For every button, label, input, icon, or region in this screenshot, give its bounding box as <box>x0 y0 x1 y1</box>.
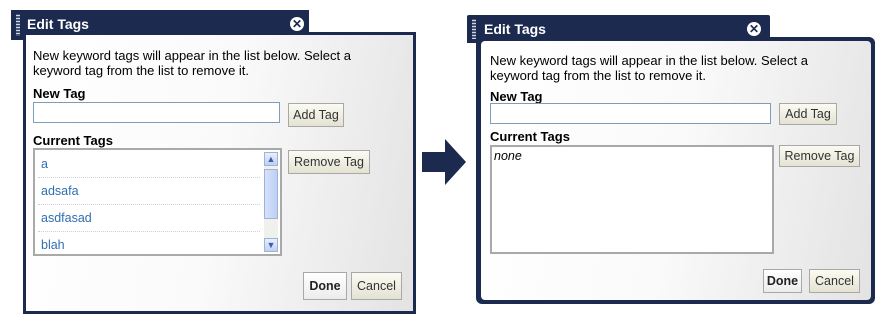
edit-tags-dialog-before: Edit Tags ✕ New keyword tags will appear… <box>11 10 416 314</box>
close-icon[interactable]: ✕ <box>290 17 304 31</box>
cancel-button[interactable]: Cancel <box>351 272 402 300</box>
remove-tag-button[interactable]: Remove Tag <box>779 145 860 167</box>
add-tag-button[interactable]: Add Tag <box>779 103 837 125</box>
done-button[interactable]: Done <box>303 272 347 300</box>
current-tags-list[interactable]: none <box>490 145 774 254</box>
new-tag-label: New Tag <box>490 89 543 104</box>
current-tags-label: Current Tags <box>490 129 570 144</box>
scroll-thumb[interactable] <box>264 169 278 219</box>
new-tag-label: New Tag <box>33 86 86 101</box>
remove-tag-button[interactable]: Remove Tag <box>288 150 370 174</box>
close-icon[interactable]: ✕ <box>747 22 761 36</box>
scroll-up-icon[interactable]: ▲ <box>264 152 278 166</box>
current-tags-label: Current Tags <box>33 133 113 148</box>
edit-tags-dialog-after: Edit Tags ✕ New keyword tags will appear… <box>467 15 875 304</box>
tag-list-item[interactable]: adsafa <box>38 178 260 205</box>
drag-grip-icon[interactable] <box>16 14 20 36</box>
tag-list-item[interactable]: blah <box>38 232 260 258</box>
add-tag-button[interactable]: Add Tag <box>288 103 344 127</box>
dialog-title: Edit Tags <box>484 21 546 37</box>
new-tag-input[interactable] <box>33 102 280 123</box>
dialog-description: New keyword tags will appear in the list… <box>490 53 808 83</box>
cancel-button[interactable]: Cancel <box>809 269 860 293</box>
dialog-title: Edit Tags <box>27 16 89 32</box>
current-tags-list[interactable]: a adsafa asdfasad blah ▲ ▼ <box>33 148 282 256</box>
new-tag-input[interactable] <box>490 103 771 124</box>
done-button[interactable]: Done <box>763 269 802 293</box>
dialog-description: New keyword tags will appear in the list… <box>33 48 351 78</box>
tag-list-item[interactable]: a <box>38 151 260 178</box>
empty-list-text: none <box>494 149 522 163</box>
right-arrow-icon <box>422 139 466 185</box>
tag-list-item[interactable]: asdfasad <box>38 205 260 232</box>
scroll-down-icon[interactable]: ▼ <box>264 238 278 252</box>
list-scrollbar[interactable]: ▲ ▼ <box>264 152 278 252</box>
drag-grip-icon[interactable] <box>472 19 476 39</box>
